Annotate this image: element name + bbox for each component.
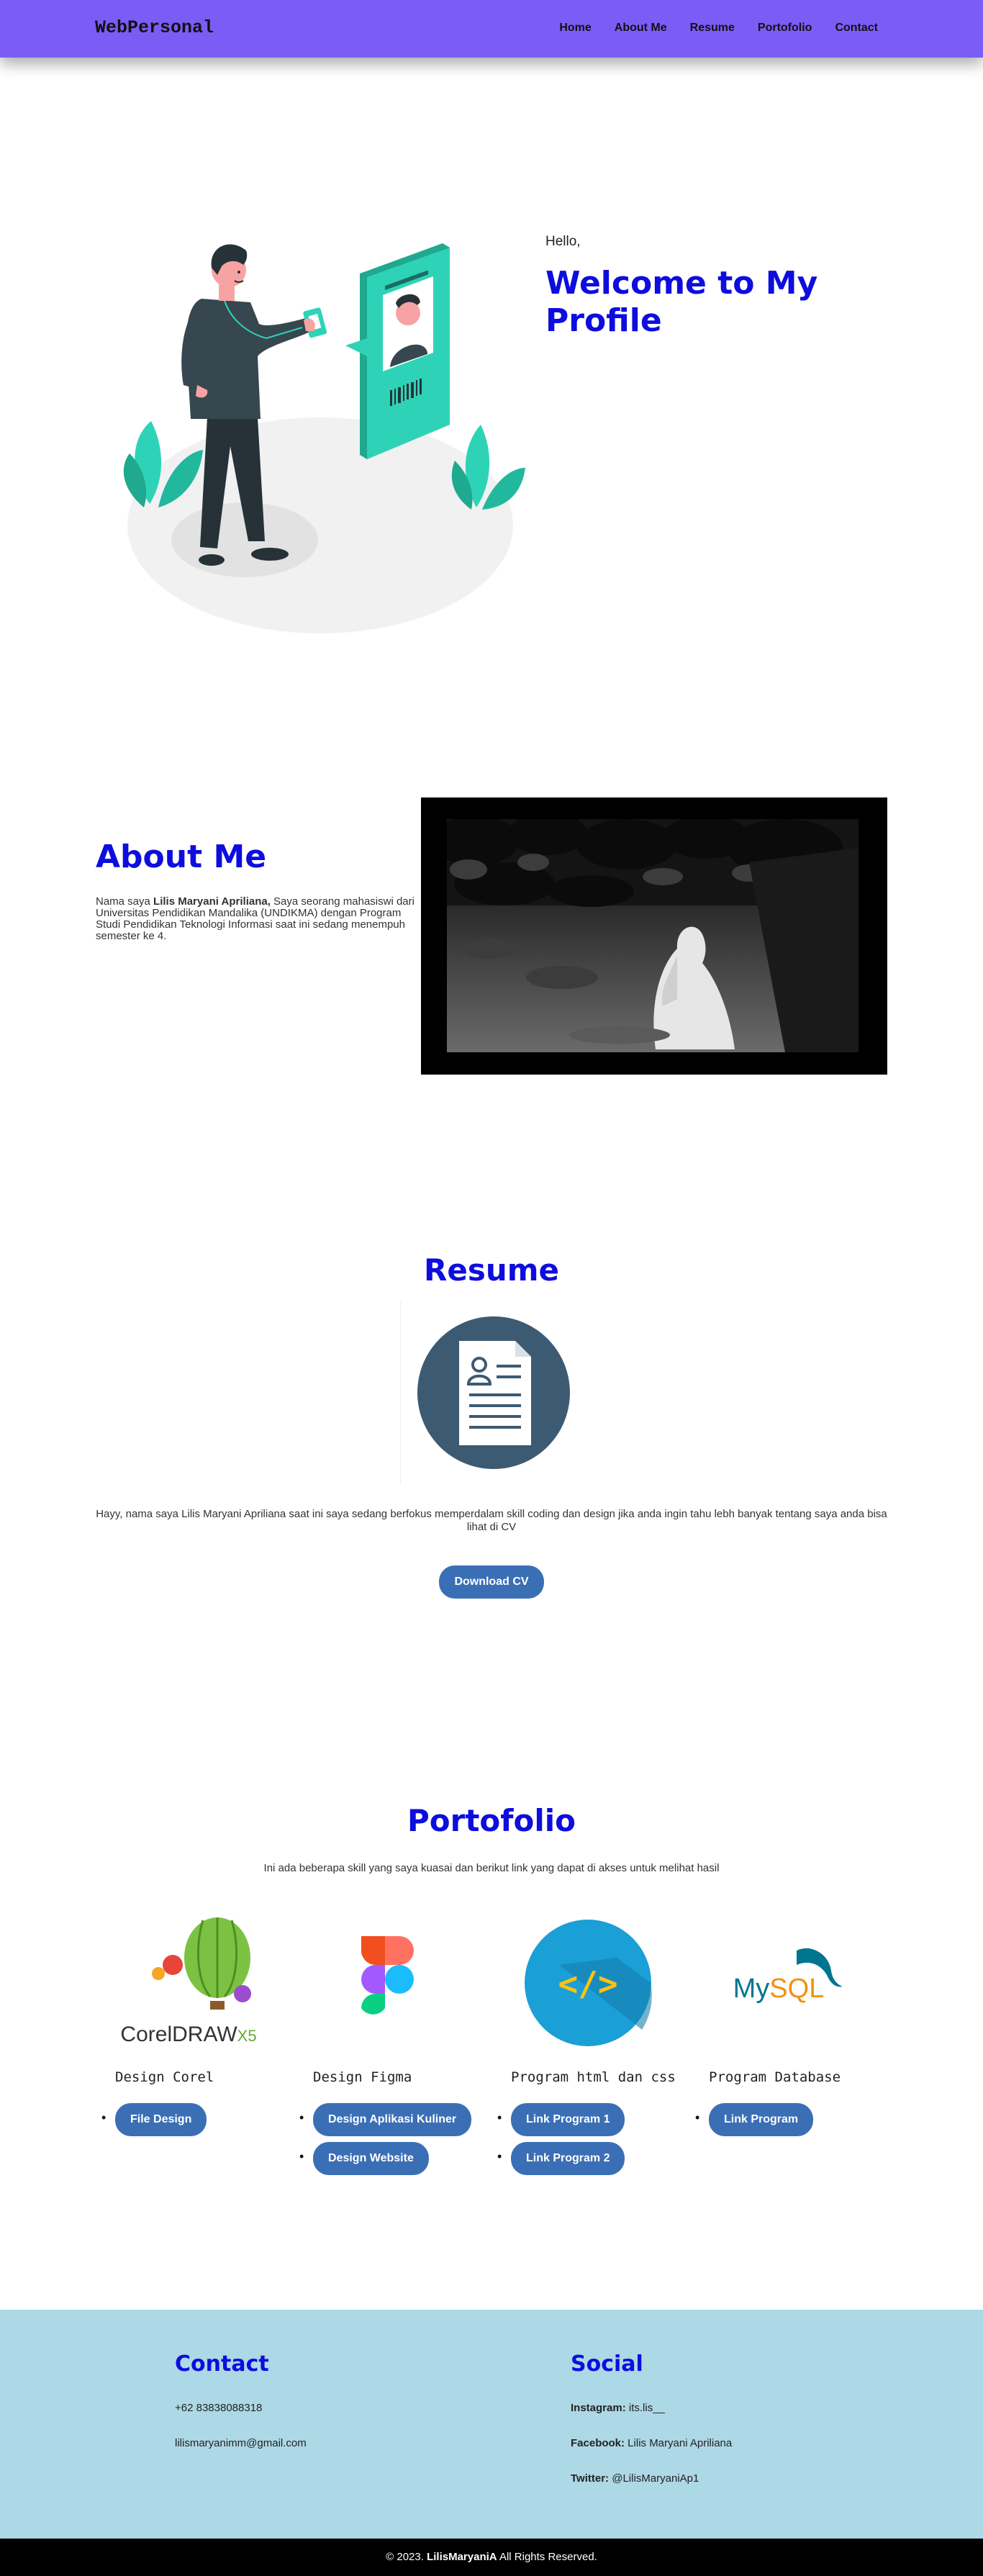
svg-text:</>: </> bbox=[558, 1964, 617, 2003]
nav-contact[interactable]: Contact bbox=[835, 22, 878, 35]
resume-text: Hayy, nama saya Lilis Maryani Apriliana … bbox=[96, 1508, 887, 1533]
list-item: File Design bbox=[101, 2103, 207, 2142]
copyright-bar: © 2023. LilisMaryaniA All Rights Reserve… bbox=[0, 2539, 983, 2576]
svg-text:CorelDRAWX5: CorelDRAWX5 bbox=[120, 2023, 256, 2046]
link-program-1-button[interactable]: Link Program 1 bbox=[511, 2103, 625, 2136]
about-title: About Me bbox=[96, 839, 267, 875]
nav-portofolio[interactable]: Portofolio bbox=[758, 22, 812, 35]
copyright-prefix: © 2023. bbox=[386, 2551, 427, 2563]
hero-illustration bbox=[123, 243, 525, 633]
instagram-label: Instagram: bbox=[571, 2402, 626, 2414]
social-facebook[interactable]: Facebook: Lilis Maryani Apriliana bbox=[571, 2437, 732, 2449]
nav-resume[interactable]: Resume bbox=[690, 22, 735, 35]
nav-about-me[interactable]: About Me bbox=[615, 22, 667, 35]
list-item: Link Program 2 bbox=[497, 2142, 625, 2181]
mysql-logo-icon: MySQL bbox=[733, 1948, 843, 2004]
card-title-corel: Design Corel bbox=[115, 2069, 214, 2085]
list-item: Design Aplikasi Kuliner bbox=[299, 2103, 472, 2142]
about-photo-frame bbox=[421, 797, 887, 1075]
copyright-suffix: All Rights Reserved. bbox=[497, 2551, 597, 2563]
resume-document-icon bbox=[400, 1301, 570, 1484]
instagram-handle: its.lis__ bbox=[625, 2402, 665, 2414]
download-cv-button[interactable]: Download CV bbox=[439, 1565, 544, 1599]
card-links-database: Link Program bbox=[695, 2103, 814, 2142]
about-text-prefix: Nama saya bbox=[96, 895, 154, 908]
twitter-label: Twitter: bbox=[571, 2472, 610, 2485]
portfolio-subtitle: Ini ada beberapa skill yang saya kuasai … bbox=[263, 1862, 720, 1874]
svg-text:MySQL: MySQL bbox=[733, 1974, 825, 2004]
link-program-button[interactable]: Link Program bbox=[709, 2103, 814, 2136]
card-links-html-css: Link Program 1 Link Program 2 bbox=[497, 2103, 625, 2181]
nav-links: Home About Me Resume Portofolio Contact bbox=[559, 22, 878, 35]
contact-phone: +62 83838088318 bbox=[175, 2402, 263, 2414]
hero-title: Welcome to My Profile bbox=[545, 265, 818, 339]
facebook-handle: Lilis Maryani Apriliana bbox=[625, 2437, 733, 2449]
list-item: Link Program bbox=[695, 2103, 814, 2142]
design-website-button[interactable]: Design Website bbox=[313, 2142, 429, 2175]
social-instagram[interactable]: Instagram: its.lis__ bbox=[571, 2402, 665, 2414]
list-item: Design Website bbox=[299, 2142, 471, 2181]
list-item: Link Program 1 bbox=[497, 2103, 625, 2142]
about-photo bbox=[447, 819, 859, 1052]
hero-greeting: Hello, bbox=[545, 234, 581, 249]
facebook-label: Facebook: bbox=[571, 2437, 625, 2449]
navbar: WebPersonal Home About Me Resume Portofo… bbox=[0, 0, 983, 58]
about-name: Lilis Maryani Apriliana, bbox=[153, 895, 271, 908]
brand-logo[interactable]: WebPersonal bbox=[95, 17, 214, 38]
card-title-figma: Design Figma bbox=[313, 2069, 412, 2085]
social-title: Social bbox=[571, 2351, 643, 2377]
file-design-button[interactable]: File Design bbox=[115, 2103, 207, 2136]
copyright-name: LilisMaryaniA bbox=[427, 2551, 497, 2563]
twitter-handle: @LilisMaryaniAp1 bbox=[609, 2472, 699, 2485]
card-title-html-css: Program html dan css bbox=[511, 2069, 676, 2085]
card-links-figma: Design Aplikasi Kuliner Design Website bbox=[299, 2103, 472, 2181]
code-logo-icon: </> bbox=[525, 1920, 652, 2046]
footer: Contact +62 83838088318 lilismaryanimm@g… bbox=[0, 2310, 983, 2539]
coreldraw-logo-icon: CorelDRAWX5 bbox=[120, 1917, 257, 2046]
portfolio-title: Portofolio bbox=[407, 1803, 576, 1838]
card-title-database: Program Database bbox=[709, 2069, 841, 2085]
contact-title: Contact bbox=[175, 2351, 269, 2377]
about-text: Nama saya Lilis Maryani Apriliana, Saya … bbox=[96, 896, 416, 942]
nav-home[interactable]: Home bbox=[559, 22, 591, 35]
figma-logo-icon bbox=[361, 1936, 414, 2015]
contact-email[interactable]: lilismaryanimm@gmail.com bbox=[175, 2437, 307, 2449]
social-twitter[interactable]: Twitter: @LilisMaryaniAp1 bbox=[571, 2472, 699, 2485]
resume-title: Resume bbox=[424, 1252, 559, 1288]
card-links-corel: File Design bbox=[101, 2103, 207, 2142]
design-aplikasi-kuliner-button[interactable]: Design Aplikasi Kuliner bbox=[313, 2103, 472, 2136]
link-program-2-button[interactable]: Link Program 2 bbox=[511, 2142, 625, 2175]
